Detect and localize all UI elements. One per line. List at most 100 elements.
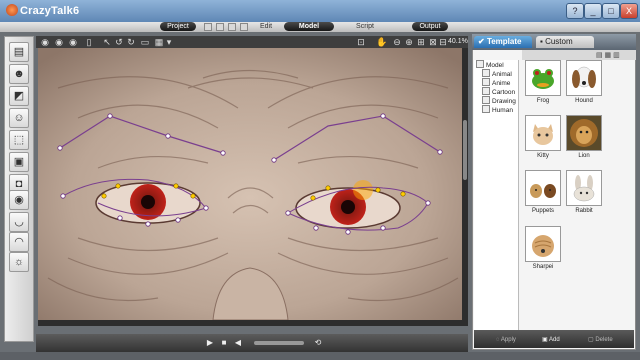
thumbnail-label: Frog	[536, 98, 550, 104]
show-eye-icon-2[interactable]: ◉	[54, 37, 64, 47]
loop-icon[interactable]: ⟲	[312, 338, 324, 348]
crazytalk-logo-icon	[6, 4, 18, 16]
thumbnail-frog[interactable]	[525, 60, 561, 96]
mouth-icon[interactable]: ◠	[9, 232, 29, 252]
kitty-image	[526, 116, 560, 150]
sharpei-image	[526, 227, 560, 261]
pan-hand-icon[interactable]: ✋	[376, 37, 387, 47]
hound-image	[567, 61, 601, 95]
folder-icon	[482, 105, 490, 113]
zoom-level: 40.1%	[448, 38, 468, 45]
face-fitting-icon[interactable]: ▤	[9, 42, 29, 62]
actual-size-icon[interactable]: ⊠	[428, 37, 438, 47]
grid-icon[interactable]: ▦	[154, 37, 164, 47]
status-bar	[0, 352, 640, 360]
check-icon: ✔	[478, 37, 487, 46]
tab-custom-label: Custom	[545, 37, 573, 46]
help-button[interactable]: ?	[566, 3, 584, 19]
horizontal-scrollbar[interactable]	[38, 320, 468, 326]
tree-item-human[interactable]: Human	[482, 105, 513, 115]
tab-template-label: Template	[486, 37, 522, 46]
folder-icon	[482, 69, 490, 77]
apply-button[interactable]: ◌ Apply	[496, 336, 516, 344]
teeth-icon[interactable]: ◡	[9, 212, 29, 232]
face-orientation-icon[interactable]: ◩	[9, 86, 29, 106]
minimize-button[interactable]: _	[584, 3, 602, 19]
folder-icon	[476, 60, 484, 68]
new-project-icon[interactable]	[204, 23, 212, 31]
emotion-icon[interactable]: ☼	[9, 252, 29, 272]
thumbnail-puppets[interactable]	[525, 170, 561, 206]
title-bar	[0, 0, 640, 22]
dropdown-chevron-icon[interactable]: ▾	[164, 37, 174, 47]
tab-custom[interactable]: ▪ Custom	[536, 36, 594, 48]
thumbnail-rabbit[interactable]	[566, 170, 602, 206]
frog-image	[526, 61, 560, 95]
view-mode-icons[interactable]: ▤ ▦ ▥	[596, 51, 620, 59]
tab-template[interactable]: ✔ Template	[474, 36, 532, 48]
folder-icon	[482, 87, 490, 95]
save-project-icon[interactable]	[228, 23, 236, 31]
tab-model[interactable]: Model	[284, 22, 334, 31]
fit-view-icon[interactable]: ⊡	[356, 37, 366, 47]
thumbnail-label: Puppets	[531, 208, 555, 214]
puppets-image	[526, 171, 560, 205]
delete-button[interactable]: ▢ Delete	[588, 336, 613, 344]
eye-icon[interactable]: ◉	[9, 190, 29, 210]
vertical-scroll-thumb[interactable]	[463, 120, 467, 180]
open-project-icon[interactable]	[216, 23, 224, 31]
background-icon[interactable]: ⬚	[9, 130, 29, 150]
vertical-scrollbar[interactable]	[462, 48, 468, 320]
thumbnail-lion[interactable]	[566, 115, 602, 151]
add-label: Add	[549, 337, 560, 343]
tree-item-label: Human	[492, 107, 513, 114]
face-profile-icon[interactable]: ☻	[9, 64, 29, 84]
apply-label: Apply	[500, 337, 516, 343]
app-title: CrazyTalk6	[20, 5, 80, 17]
previous-frame-icon[interactable]: ◀	[232, 338, 244, 348]
timeline-slider[interactable]	[254, 341, 304, 345]
pointer-icon[interactable]: ↖	[102, 37, 112, 47]
thumbnail-sharpei[interactable]	[525, 226, 561, 262]
playback-bar	[36, 334, 468, 352]
tree-item-label: Anime	[492, 80, 511, 87]
zoom-box-icon[interactable]: ⊞	[416, 37, 426, 47]
thumbnail-kitty[interactable]	[525, 115, 561, 151]
play-icon[interactable]: ▶	[204, 338, 216, 348]
face-viewport[interactable]	[38, 48, 462, 320]
maximize-button[interactable]: □	[602, 3, 620, 19]
tab-project[interactable]: Project	[160, 22, 196, 31]
tab-script[interactable]: Script	[348, 22, 382, 31]
tab-output[interactable]: Output	[412, 22, 448, 31]
rabbit-image	[567, 171, 601, 205]
zoom-in-icon[interactable]: ⊕	[404, 37, 414, 47]
tree-item-label: Animal	[492, 71, 512, 78]
delete-label: Delete	[595, 337, 613, 343]
add-icon: ▣	[542, 337, 550, 343]
import-icon[interactable]	[240, 23, 248, 31]
undo-icon[interactable]: ↺	[114, 37, 124, 47]
app-logo: CrazyTalk6	[6, 4, 79, 17]
fit-screen-icon[interactable]: ⊟	[438, 37, 448, 47]
thumbnail-label: Rabbit	[575, 208, 593, 214]
tree-root-label: Model	[486, 62, 504, 69]
tab-edit[interactable]: Edit	[254, 22, 278, 31]
thumbnail-hound[interactable]	[566, 60, 602, 96]
zoom-out-icon[interactable]: ⊖	[392, 37, 402, 47]
tree-item-label: Cartoon	[492, 89, 516, 96]
stop-icon[interactable]: ■	[218, 338, 230, 348]
show-eye-icon-3[interactable]: ◉	[68, 37, 78, 47]
thumbnail-label: Kitty	[537, 153, 549, 159]
close-button[interactable]: X	[620, 3, 638, 19]
lion-image	[567, 116, 601, 150]
redo-icon[interactable]: ↻	[126, 37, 136, 47]
character-icon[interactable]: ▣	[9, 152, 29, 172]
camera-icon[interactable]: ▭	[140, 37, 150, 47]
thumbnail-label: Hound	[575, 98, 593, 104]
folder-icon	[482, 78, 490, 86]
add-button[interactable]: ▣ Add	[542, 336, 560, 344]
show-eye-icon[interactable]: ◉	[40, 37, 50, 47]
page-icon[interactable]: ▯	[84, 37, 94, 47]
face-mask-icon[interactable]: ☺	[9, 108, 29, 128]
thumbnail-label: Sharpei	[532, 264, 554, 270]
